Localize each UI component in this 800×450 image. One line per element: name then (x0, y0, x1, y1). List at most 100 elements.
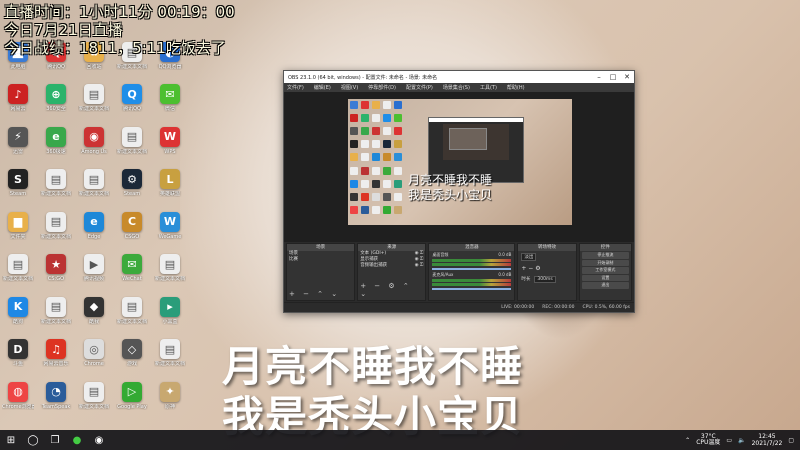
desktop-icon[interactable]: ✉ WeChat (116, 254, 148, 290)
obs-preview[interactable]: 月亮不睡我不睡 我是秃头小宝贝 (284, 92, 634, 242)
desktop-icon[interactable]: ◆ 酷我 (78, 296, 110, 333)
obs-taskbar-icon[interactable]: ◉ (88, 430, 110, 450)
desktop-icon[interactable]: W WPS (154, 126, 186, 163)
stop-stream-button[interactable]: 停止推流 (581, 252, 630, 259)
sources-toolbar[interactable]: + − ⚙ ⌃ ⌄ (360, 282, 425, 298)
obs-menu-item[interactable]: 文件(F) (287, 84, 304, 91)
desktop-icon[interactable]: ▤ 新建文本文档 (40, 169, 72, 205)
preview-mini-icon (361, 140, 369, 149)
volume-slider[interactable] (432, 288, 512, 290)
desktop-icon[interactable]: ◍ Chrome浏览器 (2, 381, 34, 418)
taskbar: ⊞ ◯ ❐ ● ◉ ⌃ 37°C CPU温度 ▭ 🔈 12:45 2021/7/… (0, 430, 800, 450)
desktop-icon[interactable]: ⚡ 迅雷 (2, 126, 34, 163)
desktop-icon[interactable]: ▤ 新建文本文档 (78, 169, 110, 205)
desktop-icon[interactable]: ★ CS:GO (40, 254, 72, 290)
desktop-icon[interactable]: ▤ 新建文本文档 (78, 381, 110, 418)
preview-mini-icon (383, 114, 391, 123)
desktop-icon[interactable]: ▤ 新建文本文档 (116, 126, 148, 163)
desktop-icon[interactable]: ▤ 新建文本文档 (2, 254, 34, 290)
app-icon: e (84, 211, 104, 232)
app-icon: ◎ (84, 339, 104, 360)
desktop-icon[interactable]: ▤ 新建文本文档 (116, 296, 148, 333)
desktop-icon[interactable]: ◎ Chrome (78, 339, 110, 375)
close-icon[interactable]: ✕ (620, 73, 634, 81)
desktop-icon[interactable]: L 英雄联盟 (154, 169, 186, 205)
mixer-channel[interactable]: 麦克风/Aux 0.0 dB (429, 271, 514, 291)
minimize-icon[interactable]: – (592, 73, 606, 81)
desktop-icon[interactable]: ▤ 新建文本文档 (40, 296, 72, 333)
scenes-dock[interactable]: 场景 场景 比赛 + − ⌃ ⌄ (286, 243, 356, 301)
cpu-temp-widget[interactable]: 37°C CPU温度 (696, 434, 720, 446)
preview-mini-icon (383, 166, 391, 175)
source-item[interactable]: 音频输出捕获 ◉ ⚿ (358, 263, 425, 269)
desktop-icon[interactable]: ▶ 腾讯视频 (78, 254, 110, 290)
obs-menu-item[interactable]: 配置文件(P) (406, 84, 433, 91)
scene-item[interactable]: 比赛 (287, 257, 354, 263)
network-icon[interactable]: ▭ (726, 437, 732, 444)
obs-menu-item[interactable]: 工具(T) (480, 84, 497, 91)
desktop-icon[interactable]: ✦ 原神 (154, 381, 186, 418)
desktop-icon[interactable]: ▤ 新建文本文档 (154, 254, 186, 290)
app-icon: ♫ (46, 339, 66, 360)
desktop-icon[interactable]: ⊕ 360安全 (40, 84, 72, 120)
task-view-icon[interactable]: ❐ (44, 430, 66, 450)
obs-menu-item[interactable]: 编辑(E) (314, 84, 331, 91)
settings-button[interactable]: 设置 (581, 274, 630, 281)
desktop-icon[interactable]: S Steam (2, 169, 34, 205)
preview-mini-icon (383, 153, 391, 162)
search-icon[interactable]: ◯ (22, 430, 44, 450)
obs-menu-item[interactable]: 帮助(H) (507, 84, 525, 91)
mixer-channel[interactable]: 桌面音频 0.0 dB (429, 251, 514, 271)
obs-menu-item[interactable]: 视图(V) (341, 84, 358, 91)
desktop-icon[interactable]: D 斗鱼 (2, 339, 34, 375)
desktop-icon[interactable]: ▤ 新建文本文档 (154, 339, 186, 375)
scenes-toolbar[interactable]: + − ⌃ ⌄ (289, 290, 340, 298)
desktop-icon[interactable]: ▆ 文件夹 (2, 211, 34, 248)
start-record-button[interactable]: 开始录制 (581, 259, 630, 266)
desktop-icon[interactable]: W WeGame (154, 211, 186, 248)
desktop-icon[interactable]: ▤ 新建文本文档 (78, 84, 110, 120)
volume-slider[interactable] (432, 268, 512, 270)
obs-window[interactable]: OBS 23.1.0 (64 bit, windows) - 配置文件: 未命名… (283, 70, 635, 313)
duration-input[interactable]: 300ms (534, 276, 556, 283)
app-icon: ◍ (8, 381, 28, 402)
desktop-icon[interactable]: ⚙ Steam (116, 169, 148, 205)
preview-mini-icon (372, 140, 380, 149)
obs-menu-item[interactable]: 停靠部件(D) (368, 84, 396, 91)
clock[interactable]: 12:45 2021/7/22 (752, 433, 783, 447)
desktop-icon[interactable]: ♪ 网易云 (2, 84, 34, 120)
exit-button[interactable]: 退出 (581, 282, 630, 289)
desktop-icon[interactable]: ◔ TeamSpeak (40, 381, 72, 418)
volume-icon[interactable]: 🔈 (738, 437, 745, 444)
transition-select[interactable]: 淡出 (521, 253, 537, 261)
desktop-icon[interactable]: e 360极速 (40, 126, 72, 163)
desktop-icon[interactable]: ◉ Among Us (78, 126, 110, 163)
desktop-icon[interactable]: ♫ 网易云音乐 (40, 339, 72, 375)
start-button[interactable]: ⊞ (0, 430, 22, 450)
maximize-icon[interactable]: □ (606, 73, 620, 81)
desktop-icon[interactable]: C CSGO (116, 211, 148, 248)
obs-menu-item[interactable]: 场景集合(S) (443, 84, 470, 91)
chevron-up-icon[interactable]: ⌃ (685, 437, 690, 444)
desktop-icon-label: 360极速 (46, 148, 66, 155)
controls-dock[interactable]: 控件 停止推流 开始录制 工作室模式 设置 退出 (578, 243, 633, 301)
desktop-icon[interactable]: e Edge (78, 211, 110, 248)
preview-mini-icon (394, 179, 402, 188)
preview-mini-icon (383, 179, 391, 188)
desktop-icon[interactable]: ▤ 新建文本文档 (40, 211, 72, 248)
desktop-icon[interactable]: ▷ Google Play (116, 381, 148, 418)
desktop-icon[interactable]: Q 腾讯QQ (116, 84, 148, 120)
app-360-icon[interactable]: ● (66, 430, 88, 450)
notification-icon[interactable]: ▢ (788, 437, 794, 444)
desktop-icon[interactable]: ▸ 小黑盒 (154, 296, 186, 333)
sources-dock[interactable]: 来源 文本 (GDI+) ◉ ⚿ 显示捕获 ◉ ⚿ 音频输出捕获 ◉ ⚿ + − ⚙ … (357, 243, 427, 301)
obs-title-bar[interactable]: OBS 23.1.0 (64 bit, windows) - 配置文件: 未命名… (284, 71, 634, 83)
desktop-icon-label: Steam (123, 191, 141, 198)
transitions-dock[interactable]: 转场特效 淡出 + − ⚙ 时长 300ms (517, 243, 577, 301)
studio-mode-button[interactable]: 工作室模式 (581, 267, 630, 274)
status-live: LIVE: 00:00:00 (501, 305, 535, 310)
desktop-icon[interactable]: ◇ 游戏 (116, 339, 148, 375)
mixer-dock[interactable]: 混音器 桌面音频 0.0 dB 麦克风/Aux 0.0 dB (428, 243, 516, 301)
desktop-icon[interactable]: ✉ 微信 (154, 84, 186, 120)
desktop-icon[interactable]: K 酷狗 (2, 296, 34, 333)
